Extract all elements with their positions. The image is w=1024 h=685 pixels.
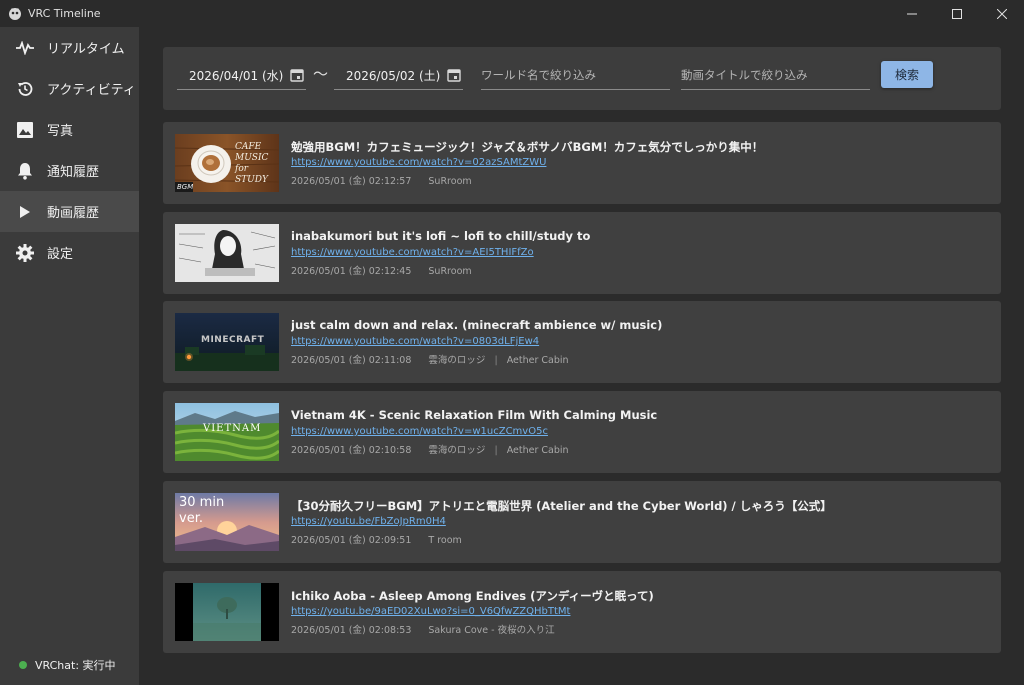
thumbnail-badge: BGM bbox=[177, 183, 194, 191]
maximize-button[interactable] bbox=[934, 0, 979, 27]
video-thumbnail[interactable] bbox=[175, 224, 279, 282]
video-meta: 2026/05/01 (金) 02:09:51 T room bbox=[291, 532, 476, 546]
video-card[interactable]: Ichiko Aoba - Asleep Among Endives (アンディ… bbox=[163, 571, 1001, 653]
date-from-value: 2026/04/01 (水) bbox=[189, 68, 284, 83]
video-datetime: 2026/05/01 (金) 02:09:51 bbox=[291, 535, 412, 546]
video-room: 雲海のロッジ bbox=[428, 445, 486, 456]
main-content: 2026/04/01 (水) 〜 2026/05/02 (土) 検索 bbox=[139, 27, 1024, 685]
video-title: just calm down and relax. (minecraft amb… bbox=[291, 318, 663, 332]
play-icon bbox=[15, 202, 35, 222]
image-icon bbox=[15, 120, 35, 140]
video-title: Ichiko Aoba - Asleep Among Endives (アンディ… bbox=[291, 589, 654, 603]
sidebar-item-video-history[interactable]: 動画履歴 bbox=[0, 191, 139, 232]
sidebar: リアルタイム アクティビティ 写真 通知履歴 動画履歴 設定 VRChat: 実… bbox=[0, 27, 139, 685]
video-datetime: 2026/05/01 (金) 02:11:08 bbox=[291, 355, 412, 366]
video-card[interactable]: VIETNAM Vietnam 4K - Scenic Relaxation F… bbox=[163, 391, 1001, 473]
calendar-icon[interactable] bbox=[290, 68, 304, 82]
video-url-link[interactable]: https://youtu.be/FbZoJpRm0H4 bbox=[291, 516, 446, 527]
sidebar-item-realtime[interactable]: リアルタイム bbox=[0, 27, 139, 68]
video-thumbnail[interactable]: VIETNAM bbox=[175, 403, 279, 461]
video-room: T room bbox=[428, 535, 462, 546]
video-datetime: 2026/05/01 (金) 02:12:45 bbox=[291, 266, 412, 277]
world-filter-field bbox=[481, 61, 670, 90]
world-filter-input[interactable] bbox=[481, 61, 670, 89]
video-url-link[interactable]: https://youtu.be/9aED02XuLwo?si=0_V6QfwZ… bbox=[291, 606, 570, 617]
search-button[interactable]: 検索 bbox=[881, 61, 933, 88]
video-thumbnail[interactable]: 30 min ver. bbox=[175, 493, 279, 551]
sidebar-item-label: 写真 bbox=[47, 124, 74, 139]
video-card[interactable]: 30 min ver. 【30分耐久フリーBGM】アトリエと電脳世界 (Atel… bbox=[163, 481, 1001, 563]
video-title: inabakumori but it's lofi ~ lofi to chil… bbox=[291, 229, 591, 243]
title-bar: VRC Timeline bbox=[0, 0, 1024, 27]
date-from-field[interactable]: 2026/04/01 (水) bbox=[177, 61, 306, 90]
filter-bar: 2026/04/01 (水) 〜 2026/05/02 (土) 検索 bbox=[163, 47, 1001, 110]
minimize-icon bbox=[906, 13, 917, 14]
video-thumbnail[interactable]: CAFE MUSIC for STUDY BGM bbox=[175, 134, 279, 192]
video-url-link[interactable]: https://www.youtube.com/watch?v=0803dLFj… bbox=[291, 336, 539, 347]
sidebar-item-notifications[interactable]: 通知履歴 bbox=[0, 150, 139, 191]
video-meta: 2026/05/01 (金) 02:12:57 SuRroom bbox=[291, 173, 486, 187]
maximize-icon bbox=[951, 8, 962, 19]
window-title: VRC Timeline bbox=[28, 7, 101, 20]
vrchat-status: VRChat: 実行中 bbox=[19, 657, 116, 673]
video-title: 【30分耐久フリーBGM】アトリエと電脳世界 (Atelier and the … bbox=[291, 499, 832, 513]
video-title: Vietnam 4K - Scenic Relaxation Film With… bbox=[291, 408, 658, 422]
title-filter-field bbox=[681, 61, 870, 90]
video-datetime: 2026/05/01 (金) 02:08:53 bbox=[291, 625, 412, 636]
meta-separator: | bbox=[494, 445, 498, 456]
title-filter-input[interactable] bbox=[681, 61, 870, 89]
video-meta: 2026/05/01 (金) 02:08:53 Sakura Cove - 夜桜… bbox=[291, 622, 569, 636]
video-meta: 2026/05/01 (金) 02:10:58 雲海のロッジ | Aether … bbox=[291, 442, 583, 456]
video-thumbnail[interactable] bbox=[175, 583, 279, 641]
calendar-icon[interactable] bbox=[447, 68, 461, 82]
sidebar-item-settings[interactable]: 設定 bbox=[0, 232, 139, 273]
close-icon bbox=[996, 8, 1007, 19]
gear-icon bbox=[15, 243, 35, 263]
video-url-link[interactable]: https://www.youtube.com/watch?v=w1ucZCmv… bbox=[291, 426, 548, 437]
video-card[interactable]: inabakumori but it's lofi ~ lofi to chil… bbox=[163, 212, 1001, 294]
video-url-link[interactable]: https://www.youtube.com/watch?v=02azSAMt… bbox=[291, 157, 546, 168]
video-room: SuRroom bbox=[428, 266, 472, 277]
sidebar-item-label: アクティビティ bbox=[47, 83, 136, 98]
date-to-field[interactable]: 2026/05/02 (土) bbox=[334, 61, 463, 90]
sidebar-item-label: 設定 bbox=[47, 247, 74, 262]
video-room: SuRroom bbox=[428, 176, 472, 187]
video-room: 雲海のロッジ bbox=[428, 355, 486, 366]
video-card[interactable]: MINECRAFT just calm down and relax. (min… bbox=[163, 301, 1001, 383]
history-icon bbox=[15, 79, 35, 99]
video-url-link[interactable]: https://www.youtube.com/watch?v=AEI5THIF… bbox=[291, 247, 534, 258]
video-room: Sakura Cove - 夜桜の入り江 bbox=[428, 625, 555, 636]
video-thumbnail[interactable]: MINECRAFT bbox=[175, 313, 279, 371]
app-logo-icon bbox=[9, 7, 21, 20]
sidebar-item-label: リアルタイム bbox=[47, 42, 125, 57]
sidebar-item-label: 通知履歴 bbox=[47, 165, 100, 180]
status-label: VRChat: 実行中 bbox=[35, 659, 116, 672]
bell-icon bbox=[15, 161, 35, 181]
video-world: Aether Cabin bbox=[506, 355, 569, 366]
thumbnail-text: 30 min ver. bbox=[179, 495, 225, 526]
video-datetime: 2026/05/01 (金) 02:12:57 bbox=[291, 176, 412, 187]
video-datetime: 2026/05/01 (金) 02:10:58 bbox=[291, 445, 412, 456]
status-dot-icon bbox=[19, 661, 27, 669]
video-world: Aether Cabin bbox=[506, 445, 569, 456]
meta-separator: | bbox=[494, 355, 498, 366]
thumbnail-text: CAFE MUSIC for STUDY bbox=[235, 142, 269, 185]
video-meta: 2026/05/01 (金) 02:12:45 SuRroom bbox=[291, 263, 486, 277]
close-button[interactable] bbox=[979, 0, 1024, 27]
date-to-value: 2026/05/02 (土) bbox=[346, 68, 441, 83]
minimize-button[interactable] bbox=[889, 0, 934, 27]
video-meta: 2026/05/01 (金) 02:11:08 雲海のロッジ | Aether … bbox=[291, 352, 583, 366]
thumbnail-text: VIETNAM bbox=[203, 423, 262, 434]
sidebar-item-activity[interactable]: アクティビティ bbox=[0, 68, 139, 109]
video-card[interactable]: CAFE MUSIC for STUDY BGM 勉強用BGM！カフェミュージッ… bbox=[163, 122, 1001, 204]
sidebar-item-photos[interactable]: 写真 bbox=[0, 109, 139, 150]
thumbnail-text: MINECRAFT bbox=[201, 335, 265, 345]
sidebar-item-label: 動画履歴 bbox=[47, 206, 100, 221]
date-range-separator: 〜 bbox=[313, 65, 329, 83]
video-title: 勉強用BGM！カフェミュージック！ジャズ＆ボサノバBGM！カフェ気分でしっかり集… bbox=[291, 140, 764, 154]
pulse-icon bbox=[15, 38, 35, 58]
